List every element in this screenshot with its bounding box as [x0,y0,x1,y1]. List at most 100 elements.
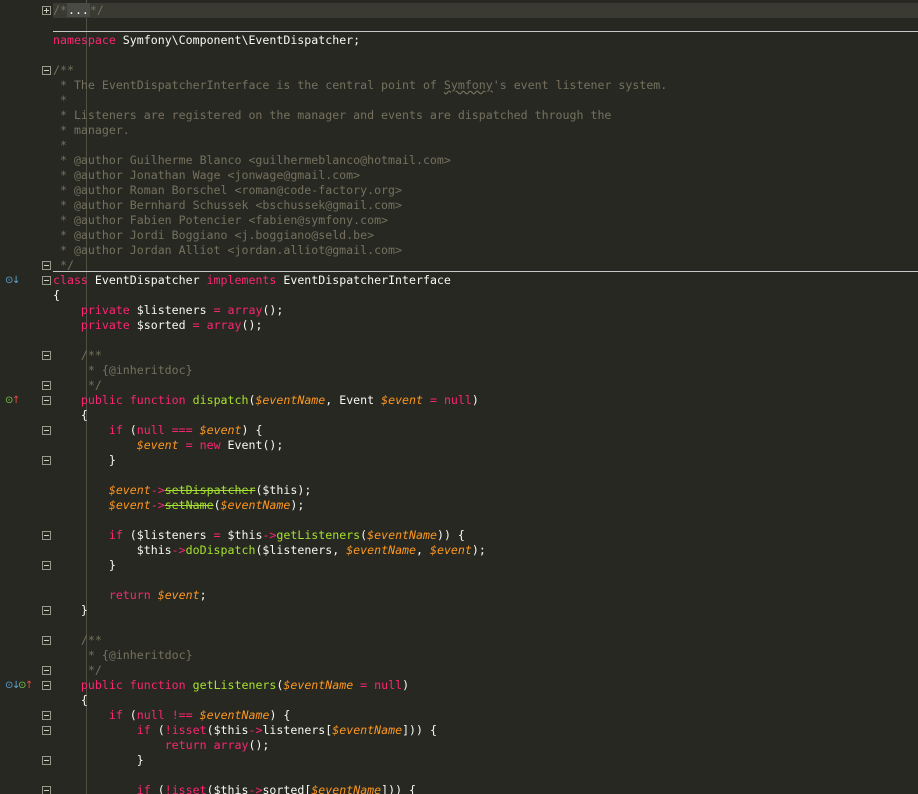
code-line[interactable] [53,513,918,528]
fold-collapse-icon[interactable] [42,756,51,765]
code-line[interactable]: namespace Symfony\Component\EventDispatc… [53,33,918,48]
code-line[interactable]: if ($listeners = $this->getListeners($ev… [53,528,918,543]
code-line[interactable]: if (!isset($this->listeners[$eventName])… [53,723,918,738]
code-token: ])) { [402,723,437,737]
code-token: null [443,393,472,407]
code-line[interactable] [53,573,918,588]
fold-collapse-icon[interactable] [42,531,51,540]
code-line[interactable]: if (null !== $eventName) { [53,708,918,723]
code-line[interactable]: */ [53,663,918,678]
code-line[interactable] [53,618,918,633]
code-line[interactable]: * @author Fabien Potencier <fabien@symfo… [53,213,918,228]
fold-collapse-icon[interactable] [42,711,51,720]
code-token: null [136,423,165,437]
code-token: ($listeners, [255,543,347,557]
code-line[interactable]: public function dispatch($eventName, Eve… [53,393,918,408]
code-line[interactable]: private $sorted = array(); [53,318,918,333]
code-token: * manager. [53,123,130,137]
code-line[interactable]: { [53,693,918,708]
fold-collapse-icon[interactable] [42,681,51,690]
code-token: = [213,303,221,317]
code-line[interactable]: $this->doDispatch($listeners, $eventName… [53,543,918,558]
code-line[interactable]: * [53,138,918,153]
code-line[interactable]: * Listeners are registered on the manage… [53,108,918,123]
fold-collapse-icon[interactable] [42,351,51,360]
code-line[interactable]: */ [53,378,918,393]
code-line[interactable]: /*...*/ [53,3,918,18]
up-arrow-icon[interactable]: ↑ [12,393,20,408]
fold-collapse-icon[interactable] [42,396,51,405]
code-line[interactable] [53,768,918,783]
code-line[interactable]: * manager. [53,123,918,138]
code-line[interactable]: * {@inheritdoc} [53,363,918,378]
fold-collapse-icon[interactable] [42,786,51,794]
code-token: ) [402,678,410,692]
code-line[interactable] [53,48,918,63]
code-line[interactable]: * [53,93,918,108]
code-token: = [429,393,437,407]
code-token: /* [53,3,67,17]
code-line[interactable]: $event->setDispatcher($this); [53,483,918,498]
code-line[interactable]: * @author Roman Borschel <roman@code-fac… [53,183,918,198]
code-area[interactable]: /*...*/ namespace Symfony\Component\Even… [53,3,918,794]
code-line[interactable]: if (!isset($this->sorted[$eventName])) { [53,783,918,794]
fold-collapse-icon[interactable] [42,456,51,465]
code-line[interactable]: /** [53,63,918,78]
code-line[interactable]: return array(); [53,738,918,753]
fold-collapse-icon[interactable] [42,606,51,615]
code-line[interactable]: private $listeners = array(); [53,303,918,318]
code-line[interactable]: { [53,288,918,303]
fold-collapse-icon[interactable] [42,426,51,435]
code-line[interactable]: } [53,603,918,618]
code-token: * @author Jordan Alliot <jordan.alliot@g… [53,243,403,257]
code-line[interactable]: } [53,558,918,573]
code-token: /** [53,633,102,647]
code-line[interactable]: $event->setName($eventName); [53,498,918,513]
code-line[interactable]: if (null === $event) { [53,423,918,438]
code-token: $eventName [346,543,417,557]
fold-collapse-icon[interactable] [42,561,51,570]
fold-expand-icon[interactable] [42,6,51,15]
folded-region-badge[interactable]: ... [66,3,90,17]
code-line[interactable]: } [53,753,918,768]
code-line[interactable]: * {@inheritdoc} [53,648,918,663]
code-line[interactable]: return $event; [53,588,918,603]
code-token: ($this [206,723,249,737]
code-line[interactable]: * The EventDispatcherInterface is the ce… [53,78,918,93]
code-line[interactable]: * @author Jordi Boggiano <j.boggiano@sel… [53,228,918,243]
fold-collapse-icon[interactable] [42,381,51,390]
code-line[interactable]: public function getListeners($eventName … [53,678,918,693]
fold-collapse-icon[interactable] [42,66,51,75]
code-line[interactable]: { [53,408,918,423]
code-line[interactable]: * @author Jordan Alliot <jordan.alliot@g… [53,243,918,258]
code-line[interactable]: /** [53,348,918,363]
fold-collapse-icon[interactable] [42,726,51,735]
code-line[interactable]: * @author Bernhard Schussek <bschussek@g… [53,198,918,213]
code-line[interactable]: * @author Jonathan Wage <jonwage@gmail.c… [53,168,918,183]
code-token: -> [150,498,165,512]
code-line[interactable]: /** [53,633,918,648]
gutter[interactable]: ⊙ ↓ ⊙ ↑ ⊙ ↓ ⊙ ↑ [0,0,39,794]
code-line[interactable] [53,333,918,348]
code-token: null [136,708,165,722]
fold-collapse-icon[interactable] [42,666,51,675]
code-editor[interactable]: ⊙ ↓ ⊙ ↑ ⊙ ↓ ⊙ ↑ /*...*/ namespace Symfony\Compo… [0,0,918,794]
fold-collapse-icon[interactable] [42,261,51,270]
code-line[interactable]: $event = new Event(); [53,438,918,453]
fold-collapse-icon[interactable] [42,636,51,645]
code-token: */ [53,258,74,272]
code-line[interactable]: * @author Guilherme Blanco <guilhermebla… [53,153,918,168]
code-line[interactable]: } [53,453,918,468]
code-token: $event [381,393,423,407]
code-line[interactable]: class EventDispatcher implements EventDi… [53,273,918,288]
code-line[interactable] [53,468,918,483]
down-arrow-icon[interactable]: ↓ [12,273,20,288]
code-token: setDispatcher [164,483,256,497]
up-arrow-icon[interactable]: ↑ [25,678,33,693]
fold-collapse-icon[interactable] [42,276,51,285]
